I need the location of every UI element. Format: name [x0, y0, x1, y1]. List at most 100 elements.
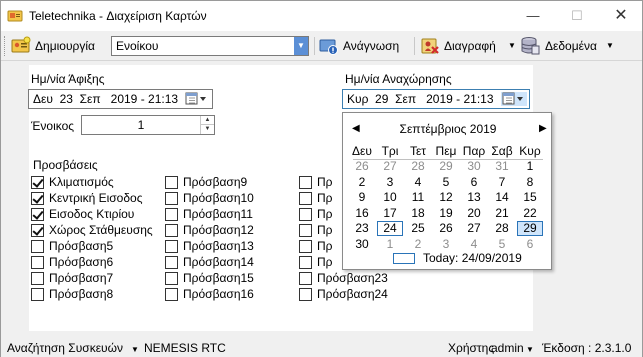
calendar-day[interactable]: 5	[489, 237, 515, 252]
calendar-day[interactable]: 17	[377, 206, 403, 221]
next-month-icon[interactable]: ▶	[539, 123, 547, 134]
calendar-day[interactable]: 23	[349, 221, 375, 236]
close-button[interactable]: ✕	[599, 1, 643, 31]
access-checkbox[interactable]: Πρ	[299, 174, 333, 190]
calendar-day[interactable]: 2	[349, 175, 375, 190]
access-checkbox[interactable]: Πρόσβαση7	[31, 270, 113, 286]
checkbox-checked-icon[interactable]	[31, 223, 44, 237]
calendar-day[interactable]: 27	[377, 159, 403, 174]
access-checkbox[interactable]: Πρόσβαση8	[31, 286, 113, 302]
delete-button[interactable]: Διαγραφή	[444, 39, 496, 53]
access-checkbox[interactable]: Πρόσβαση15	[165, 270, 254, 286]
calendar-day[interactable]: 30	[461, 159, 487, 174]
access-checkbox[interactable]: Πρ	[299, 238, 333, 254]
read-button[interactable]: Ανάγνωση	[343, 39, 399, 53]
calendar-day[interactable]: 18	[405, 206, 431, 221]
checkbox-unchecked-icon[interactable]	[299, 239, 312, 253]
calendar-day[interactable]: 6	[461, 175, 487, 190]
access-checkbox[interactable]: Πρόσβαση5	[31, 238, 113, 254]
calendar-day[interactable]: 13	[461, 190, 487, 205]
checkbox-unchecked-icon[interactable]	[165, 207, 178, 221]
checkbox-unchecked-icon[interactable]	[299, 207, 312, 221]
calendar-day[interactable]: 8	[517, 175, 543, 190]
calendar-day[interactable]: 1	[377, 237, 403, 252]
user-dropdown-arrow[interactable]: ▼	[526, 345, 534, 354]
calendar-day[interactable]: 9	[349, 190, 375, 205]
checkbox-unchecked-icon[interactable]	[31, 239, 44, 253]
access-checkbox[interactable]: Πρ	[299, 206, 333, 222]
checkbox-unchecked-icon[interactable]	[165, 191, 178, 205]
calendar-day[interactable]: 29	[517, 221, 543, 237]
calendar-day[interactable]: 6	[517, 237, 543, 252]
delete-card-icon[interactable]	[420, 36, 440, 56]
calendar-day[interactable]: 26	[433, 221, 459, 236]
calendar-day[interactable]: 10	[377, 190, 403, 205]
calendar-day[interactable]: 14	[489, 190, 515, 205]
checkbox-checked-icon[interactable]	[31, 175, 44, 189]
calendar-icon[interactable]	[501, 92, 527, 106]
calendar-day[interactable]: 31	[489, 159, 515, 174]
departure-date-picker[interactable]: Κυρ 29 Σεπ 2019 - 21:13	[342, 89, 530, 109]
calendar-day[interactable]: 28	[405, 159, 431, 174]
data-dropdown-arrow[interactable]: ▼	[606, 41, 614, 50]
calendar-icon[interactable]	[184, 92, 210, 106]
checkbox-unchecked-icon[interactable]	[299, 175, 312, 189]
access-checkbox[interactable]: Πρόσβαση9	[165, 174, 247, 190]
access-checkbox[interactable]: Πρόσβαση24	[299, 286, 388, 302]
read-card-icon[interactable]	[319, 36, 339, 56]
calendar-day[interactable]: 4	[461, 237, 487, 252]
calendar-day[interactable]: 24	[377, 221, 403, 237]
access-checkbox[interactable]: Εισοδος Κτιρίου	[31, 206, 134, 222]
calendar-day[interactable]: 15	[517, 190, 543, 205]
stepper-down-icon[interactable]: ▼	[201, 125, 214, 134]
calendar-day[interactable]: 16	[349, 206, 375, 221]
checkbox-unchecked-icon[interactable]	[165, 287, 178, 301]
access-checkbox[interactable]: Πρόσβαση12	[165, 222, 254, 238]
card-type-combo[interactable]: Ενοίκου ▼	[111, 36, 309, 56]
calendar-day[interactable]: 4	[405, 175, 431, 190]
minimize-button[interactable]: —	[511, 1, 555, 31]
access-checkbox[interactable]: Πρ	[299, 190, 333, 206]
calendar-day[interactable]: 21	[489, 206, 515, 221]
calendar-day[interactable]: 2	[405, 237, 431, 252]
calendar-day[interactable]: 27	[461, 221, 487, 236]
calendar-day[interactable]: 1	[517, 159, 543, 174]
calendar-day[interactable]: 19	[433, 206, 459, 221]
database-icon[interactable]	[520, 36, 540, 56]
delete-dropdown-arrow[interactable]: ▼	[508, 41, 516, 50]
calendar-day[interactable]: 3	[377, 175, 403, 190]
create-card-icon[interactable]	[11, 36, 31, 56]
checkbox-unchecked-icon[interactable]	[165, 271, 178, 285]
maximize-button[interactable]: ☐	[555, 1, 599, 31]
calendar-day[interactable]: 22	[517, 206, 543, 221]
access-checkbox[interactable]: Πρόσβαση13	[165, 238, 254, 254]
checkbox-unchecked-icon[interactable]	[165, 223, 178, 237]
checkbox-unchecked-icon[interactable]	[299, 287, 312, 301]
calendar-day[interactable]: 7	[489, 175, 515, 190]
checkbox-unchecked-icon[interactable]	[165, 239, 178, 253]
checkbox-unchecked-icon[interactable]	[299, 271, 312, 285]
checkbox-unchecked-icon[interactable]	[299, 255, 312, 269]
access-checkbox[interactable]: Πρ	[299, 222, 333, 238]
access-checkbox[interactable]: Χώρος Στάθμευσης	[31, 222, 153, 238]
checkbox-unchecked-icon[interactable]	[31, 271, 44, 285]
checkbox-unchecked-icon[interactable]	[299, 223, 312, 237]
calendar-day[interactable]: 11	[405, 190, 431, 205]
tenant-stepper[interactable]: 1 ▲ ▼	[81, 115, 215, 135]
calendar-day[interactable]: 3	[433, 237, 459, 252]
checkbox-unchecked-icon[interactable]	[31, 255, 44, 269]
access-checkbox[interactable]: Κλιματισμός	[31, 174, 114, 190]
checkbox-checked-icon[interactable]	[31, 207, 44, 221]
today-link[interactable]: Today: 24/09/2019	[423, 251, 522, 265]
access-checkbox[interactable]: Πρόσβαση23	[299, 270, 388, 286]
checkbox-checked-icon[interactable]	[31, 191, 44, 205]
calendar-month-title[interactable]: Σεπτέμβριος 2019	[343, 122, 553, 136]
access-checkbox[interactable]: Κεντρική Εισοδος	[31, 190, 142, 206]
access-checkbox[interactable]: Πρόσβαση11	[165, 206, 253, 222]
toolbar-grip[interactable]	[4, 36, 7, 56]
calendar-day[interactable]: 29	[433, 159, 459, 174]
device-dropdown-arrow[interactable]: ▼	[131, 345, 139, 354]
access-checkbox[interactable]: Πρόσβαση6	[31, 254, 113, 270]
access-checkbox[interactable]: Πρόσβαση10	[165, 190, 254, 206]
checkbox-unchecked-icon[interactable]	[299, 191, 312, 205]
